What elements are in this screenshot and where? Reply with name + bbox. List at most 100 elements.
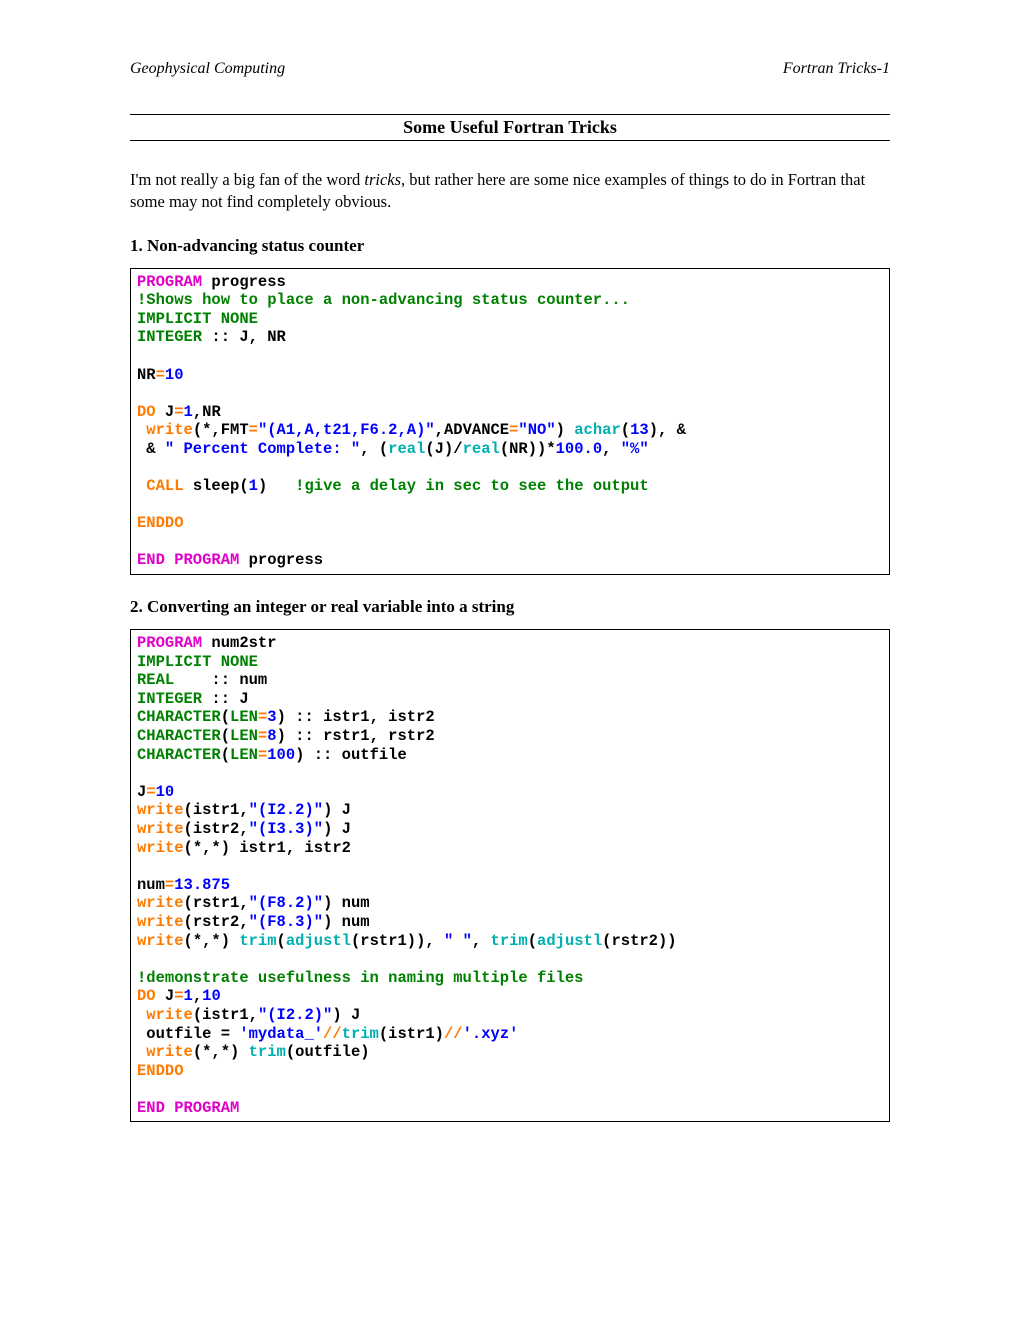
header-left: Geophysical Computing	[130, 60, 285, 78]
code-text: progress	[239, 551, 323, 569]
code-comment: !give a delay in sec to see the output	[295, 477, 648, 495]
code-string: " "	[444, 932, 472, 950]
code-func: trim	[249, 1043, 286, 1061]
code-func: adjustl	[537, 932, 602, 950]
code-keyword: REAL	[137, 671, 174, 689]
code-func: real	[388, 440, 425, 458]
code-number: 3	[267, 708, 276, 726]
code-keyword: CHARACTER	[137, 746, 221, 764]
code-func: write	[137, 932, 184, 950]
code-func: adjustl	[286, 932, 351, 950]
code-text: (rstr1,	[184, 894, 249, 912]
code-op: =	[258, 708, 267, 726]
code-string: "(I3.3)"	[249, 820, 323, 838]
code-text: FMT	[221, 421, 249, 439]
code-text: (	[221, 727, 230, 745]
code-func: achar	[565, 421, 621, 439]
code-text: (rstr2,	[184, 913, 249, 931]
code-func: write	[137, 839, 184, 857]
code-op: =	[258, 727, 267, 745]
section-1-heading: 1. Non-advancing status counter	[130, 236, 890, 256]
code-func: trim	[342, 1025, 379, 1043]
code-func: real	[463, 440, 500, 458]
code-op: =	[249, 421, 258, 439]
code-string: " Percent Complete: "	[165, 440, 360, 458]
code-text: J	[156, 987, 175, 1005]
code-text: ,	[472, 932, 491, 950]
intro-text-a: I'm not really a big fan of the word	[130, 170, 364, 189]
code-keyword: ENDDO	[137, 514, 184, 532]
code-text: ) :: outfile	[295, 746, 407, 764]
code-number: 1	[184, 987, 193, 1005]
code-func: write	[137, 1006, 193, 1024]
code-text: ) :: istr1, istr2	[277, 708, 435, 726]
code-op: =	[174, 403, 183, 421]
intro-emphasis: tricks	[364, 170, 401, 189]
code-op: =	[156, 366, 165, 384]
header-right: Fortran Tricks-1	[783, 60, 890, 78]
code-text: )	[556, 421, 565, 439]
code-text: ) num	[323, 913, 370, 931]
code-text: (istr2,	[184, 820, 249, 838]
code-keyword: INTEGER	[137, 690, 202, 708]
code-text: (*,*)	[193, 1043, 249, 1061]
code-keyword: CHARACTER	[137, 708, 221, 726]
code-number: 1	[184, 403, 193, 421]
code-text: (outfile)	[286, 1043, 370, 1061]
code-text: (J)/	[425, 440, 462, 458]
code-text: (rstr1)),	[351, 932, 444, 950]
code-number: 100	[267, 746, 295, 764]
code-keyword: LEN	[230, 708, 258, 726]
code-func: write	[137, 1043, 193, 1061]
code-text: ADVANCE	[444, 421, 509, 439]
code-text: (rstr2))	[602, 932, 676, 950]
code-keyword: END PROGRAM	[137, 1099, 239, 1117]
code-text: J	[156, 403, 175, 421]
code-number: 1	[249, 477, 258, 495]
code-text: ,NR	[193, 403, 221, 421]
code-text: progress	[202, 273, 286, 291]
code-text: num2str	[202, 634, 276, 652]
code-text: num	[137, 876, 165, 894]
code-text: sleep(	[184, 477, 249, 495]
code-text: (*,*)	[184, 932, 240, 950]
code-text: ,	[193, 987, 202, 1005]
code-text: (NR))*	[500, 440, 556, 458]
code-text: ) :: rstr1, rstr2	[277, 727, 435, 745]
code-text: (istr1,	[193, 1006, 258, 1024]
code-keyword: LEN	[230, 727, 258, 745]
code-number: 100.0	[556, 440, 603, 458]
code-text: NR	[137, 366, 156, 384]
code-func: write	[137, 801, 184, 819]
code-keyword: CHARACTER	[137, 727, 221, 745]
code-number: 13.875	[174, 876, 230, 894]
code-text: &	[137, 440, 165, 458]
page-title: Some Useful Fortran Tricks	[130, 117, 890, 138]
code-string: 'mydata_'	[239, 1025, 323, 1043]
code-func: trim	[239, 932, 276, 950]
code-func: write	[137, 894, 184, 912]
code-keyword: PROGRAM	[137, 273, 202, 291]
code-func: write	[137, 421, 193, 439]
code-text: ) J	[332, 1006, 360, 1024]
code-op: //	[323, 1025, 342, 1043]
code-text: :: num	[174, 671, 267, 689]
code-text: ), &	[649, 421, 686, 439]
code-text: ,	[602, 440, 621, 458]
code-text: (	[277, 932, 286, 950]
code-number: 8	[267, 727, 276, 745]
code-text: ,	[435, 421, 444, 439]
code-text: ) J	[323, 801, 351, 819]
code-op: =	[165, 876, 174, 894]
code-string: "%"	[621, 440, 649, 458]
code-string: "(I2.2)"	[258, 1006, 332, 1024]
code-keyword: IMPLICIT NONE	[137, 653, 258, 671]
code-number: 10	[156, 783, 175, 801]
code-keyword: PROGRAM	[137, 634, 202, 652]
code-keyword: END PROGRAM	[137, 551, 239, 569]
code-op: =	[146, 783, 155, 801]
code-text: (	[621, 421, 630, 439]
code-text: J	[137, 783, 146, 801]
title-rule-wrap: Some Useful Fortran Tricks	[130, 114, 890, 141]
code-block-2: PROGRAM num2str IMPLICIT NONE REAL :: nu…	[130, 629, 890, 1122]
